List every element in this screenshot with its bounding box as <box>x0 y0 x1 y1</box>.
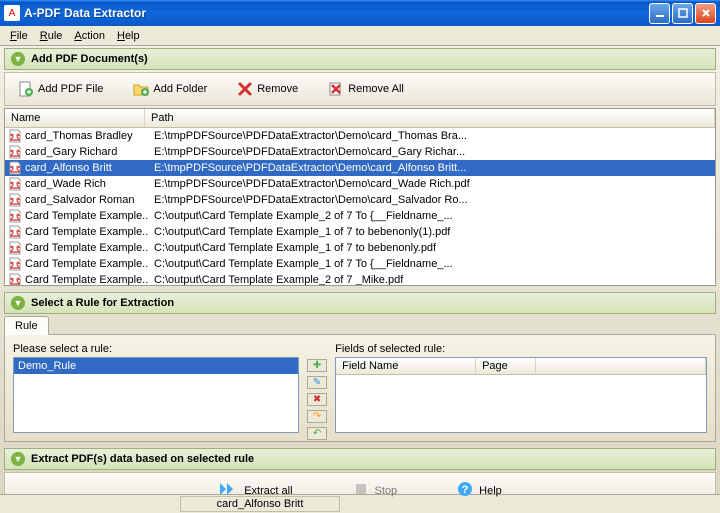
file-name: Card Template Example... <box>25 274 148 286</box>
list-header: Name Path <box>5 109 715 128</box>
table-row[interactable]: card_Alfonso BrittE:\tmpPDFSource\PDFDat… <box>5 160 715 176</box>
pdf-icon <box>8 225 22 239</box>
menu-help[interactable]: Help <box>111 28 146 44</box>
titlebar: A A-PDF Data Extractor <box>0 0 720 26</box>
maximize-button[interactable] <box>672 3 693 24</box>
file-name: Card Template Example... <box>25 258 148 270</box>
help-button[interactable]: ? Help <box>447 479 512 502</box>
arrow-down-icon: ▼ <box>11 296 25 310</box>
pdf-icon <box>8 177 22 191</box>
field-column-name[interactable]: Field Name <box>336 358 476 374</box>
table-row[interactable]: Card Template Example...C:\output\Card T… <box>5 224 715 240</box>
rule-list[interactable]: Demo_Rule <box>13 357 299 433</box>
add-folder-icon <box>133 81 149 97</box>
column-name[interactable]: Name <box>5 109 145 127</box>
file-path: E:\tmpPDFSource\PDFDataExtractor\Demo\ca… <box>148 178 715 190</box>
table-row[interactable]: Card Template Example...C:\output\Card T… <box>5 208 715 224</box>
file-name: card_Thomas Bradley <box>25 130 148 142</box>
stop-icon <box>353 481 369 500</box>
rule-select-label: Please select a rule: <box>13 343 299 355</box>
pdf-icon <box>8 129 22 143</box>
file-path: C:\output\Card Template Example_1 of 7 t… <box>148 242 715 254</box>
file-path: C:\output\Card Template Example_2 of 7 T… <box>148 210 715 222</box>
toolbar: Add PDF File Add Folder Remove Remove Al… <box>4 72 716 106</box>
pdf-icon <box>8 193 22 207</box>
rule-delete-button[interactable]: ✖ <box>307 393 327 406</box>
rule-export-button[interactable]: ↷ <box>307 410 327 423</box>
pdf-icon <box>8 161 22 175</box>
file-name: card_Gary Richard <box>25 146 148 158</box>
status-text: card_Alfonso Britt <box>180 496 340 512</box>
tab-rule[interactable]: Rule <box>4 316 49 335</box>
section-title: Add PDF Document(s) <box>31 53 148 65</box>
fields-table[interactable]: Field Name Page <box>335 357 707 433</box>
file-name: card_Salvador Roman <box>25 194 148 206</box>
section-extract: ▼ Extract PDF(s) data based on selected … <box>4 448 716 470</box>
arrow-down-icon: ▼ <box>11 52 25 66</box>
svg-text:?: ? <box>462 484 469 496</box>
menu-file[interactable]: File <box>4 28 34 44</box>
rule-add-button[interactable]: ✚ <box>307 359 327 372</box>
table-row[interactable]: Card Template Example...C:\output\Card T… <box>5 256 715 272</box>
rule-edit-button[interactable]: ✎ <box>307 376 327 389</box>
pdf-icon <box>8 145 22 159</box>
table-row[interactable]: card_Salvador RomanE:\tmpPDFSource\PDFDa… <box>5 192 715 208</box>
file-path: C:\output\Card Template Example_1 of 7 T… <box>148 258 715 270</box>
add-folder-button[interactable]: Add Folder <box>124 77 216 101</box>
remove-icon <box>237 81 253 97</box>
arrow-down-icon: ▼ <box>11 452 25 466</box>
menu-rule[interactable]: Rule <box>34 28 69 44</box>
help-icon: ? <box>457 481 473 500</box>
window-title: A-PDF Data Extractor <box>24 6 649 20</box>
remove-all-icon <box>328 81 344 97</box>
file-name: card_Wade Rich <box>25 178 148 190</box>
add-file-icon <box>18 81 34 97</box>
column-path[interactable]: Path <box>145 109 715 127</box>
section-add-documents: ▼ Add PDF Document(s) <box>4 48 716 70</box>
field-column-page[interactable]: Page <box>476 358 536 374</box>
minimize-button[interactable] <box>649 3 670 24</box>
pdf-icon <box>8 241 22 255</box>
section-title: Select a Rule for Extraction <box>31 297 174 309</box>
table-row[interactable]: card_Gary RichardE:\tmpPDFSource\PDFData… <box>5 144 715 160</box>
file-path: C:\output\Card Template Example_2 of 7 _… <box>148 274 715 286</box>
file-path: C:\output\Card Template Example_1 of 7 t… <box>148 226 715 238</box>
stop-button: Stop <box>343 479 408 502</box>
file-name: card_Alfonso Britt <box>25 162 148 174</box>
file-path: E:\tmpPDFSource\PDFDataExtractor\Demo\ca… <box>148 162 715 174</box>
menu-action[interactable]: Action <box>68 28 111 44</box>
file-path: E:\tmpPDFSource\PDFDataExtractor\Demo\ca… <box>148 130 715 142</box>
file-path: E:\tmpPDFSource\PDFDataExtractor\Demo\ca… <box>148 194 715 206</box>
section-select-rule: ▼ Select a Rule for Extraction <box>4 292 716 314</box>
table-row[interactable]: Card Template Example...C:\output\Card T… <box>5 240 715 256</box>
file-name: Card Template Example... <box>25 242 148 254</box>
file-name: Card Template Example... <box>25 226 148 238</box>
add-pdf-file-button[interactable]: Add PDF File <box>9 77 112 101</box>
fields-label: Fields of selected rule: <box>335 343 707 355</box>
pdf-icon <box>8 273 22 286</box>
menubar: File Rule Action Help <box>0 26 720 46</box>
table-row[interactable]: card_Thomas BradleyE:\tmpPDFSource\PDFDa… <box>5 128 715 144</box>
file-list[interactable]: Name Path card_Thomas BradleyE:\tmpPDFSo… <box>4 108 716 286</box>
section-title: Extract PDF(s) data based on selected ru… <box>31 453 254 465</box>
pdf-icon <box>8 209 22 223</box>
pdf-icon <box>8 257 22 271</box>
app-icon: A <box>4 5 20 21</box>
file-name: Card Template Example... <box>25 210 148 222</box>
file-path: E:\tmpPDFSource\PDFDataExtractor\Demo\ca… <box>148 146 715 158</box>
table-row[interactable]: card_Wade RichE:\tmpPDFSource\PDFDataExt… <box>5 176 715 192</box>
remove-button[interactable]: Remove <box>228 77 307 101</box>
rule-panel: Please select a rule: Demo_Rule ✚ ✎ ✖ ↷ … <box>4 334 716 442</box>
remove-all-button[interactable]: Remove All <box>319 77 413 101</box>
rule-item[interactable]: Demo_Rule <box>14 358 298 374</box>
table-row[interactable]: Card Template Example...C:\output\Card T… <box>5 272 715 286</box>
close-button[interactable] <box>695 3 716 24</box>
rule-import-button[interactable]: ↶ <box>307 427 327 440</box>
